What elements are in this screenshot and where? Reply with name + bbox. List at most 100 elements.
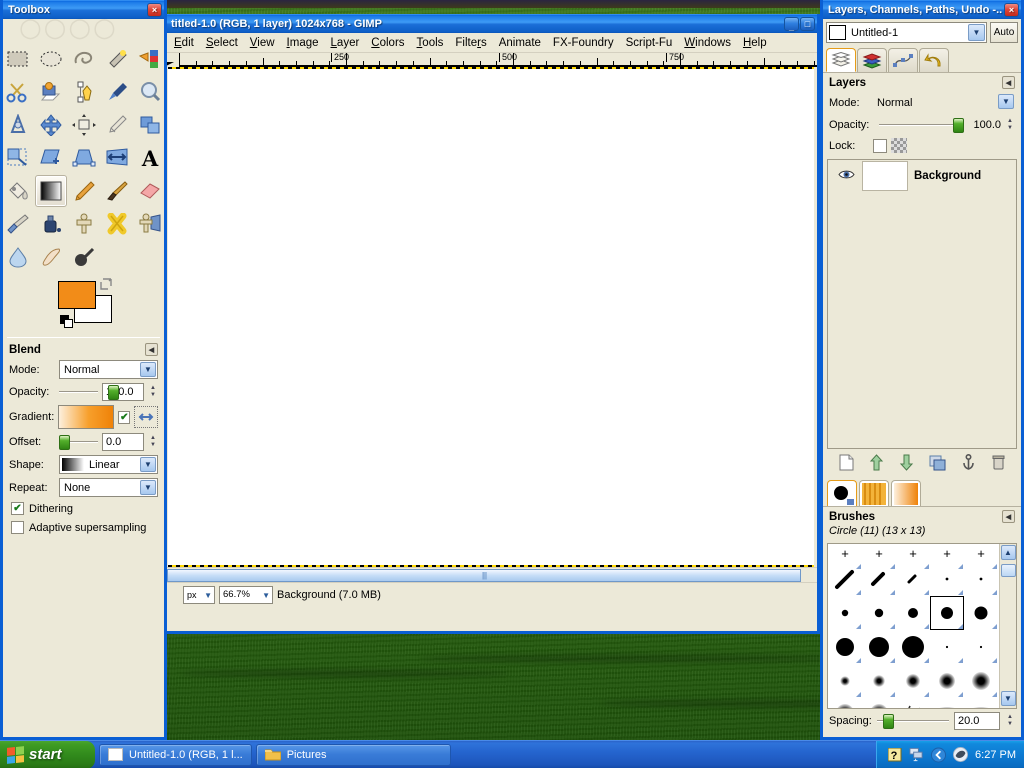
brush-cell[interactable] [828,696,862,708]
taskitem-gimp[interactable]: Untitled-1.0 (RGB, 1 l... [99,743,252,766]
brush-cell[interactable] [930,562,964,596]
menu-help[interactable]: Help [737,35,773,51]
ruler-corner[interactable] [165,53,179,67]
dithering-checkbox[interactable]: ✔ [11,502,24,515]
maximize-button[interactable]: □ [800,17,815,31]
image-canvas[interactable] [168,67,814,567]
menu-layer[interactable]: Layer [325,35,366,51]
brush-cell[interactable] [862,630,896,664]
foreground-select-tool[interactable] [35,76,67,108]
dock-titlebar[interactable]: Layers, Channels, Paths, Undo -... × [823,0,1021,19]
brush-cell[interactable] [896,562,930,596]
pencil-tool[interactable] [68,175,100,207]
brush-scrollbar-thumb[interactable] [1000,564,1016,577]
toolbox-close-button[interactable]: × [147,3,162,17]
toolbox-titlebar[interactable]: Toolbox × [3,0,164,19]
brush-cell[interactable] [862,664,896,698]
dodge-burn-tool[interactable] [68,241,100,273]
scroll-down-icon[interactable]: ▼ [1000,691,1016,706]
scale-tool[interactable] [3,142,34,174]
collapse-icon[interactable]: ◀ [145,343,158,356]
show-desktop-icon[interactable] [931,747,947,762]
clone-tool[interactable] [68,208,100,240]
brush-grid[interactable]: + + + + + ▲ ▼ [827,543,1017,709]
align-tool[interactable] [68,109,100,141]
image-selector[interactable]: Untitled-1 ▼ [826,22,987,43]
layer-list[interactable]: Background [827,159,1017,449]
tab-patterns[interactable] [859,480,889,506]
ellipse-select-tool[interactable] [35,43,67,75]
free-select-tool[interactable] [68,43,100,75]
minimize-button[interactable]: _ [784,17,799,32]
reverse-gradient-button[interactable] [134,406,158,428]
blend-opacity-slider[interactable] [59,384,119,400]
blend-mode-select[interactable]: Normal ▼ [59,360,158,379]
menu-fx-foundry[interactable]: FX-Foundry [547,35,620,51]
eraser-tool[interactable] [134,175,165,207]
rotate-tool[interactable] [134,109,165,141]
zoom-selector[interactable]: 66.7% ▼ [219,585,273,604]
tab-brushes[interactable] [827,480,857,506]
blend-tool[interactable] [34,175,67,207]
zoom-tool[interactable] [134,76,165,108]
dock-close-button[interactable]: × [1004,3,1019,17]
unit-selector[interactable]: px ▼ [183,585,215,604]
menu-image[interactable]: Image [281,35,325,51]
shape-select[interactable]: Linear ▼ [59,455,158,474]
gradient-checkbox[interactable]: ✔ [118,410,131,424]
tab-channels[interactable] [857,48,887,72]
delete-layer-button[interactable] [991,454,1006,474]
collapse-icon[interactable]: ◀ [1002,76,1015,89]
ink-tool[interactable] [35,208,67,240]
opacity-spinner-icon[interactable]: ▲ ▼ [148,383,158,401]
menu-edit[interactable]: Edit [168,35,200,51]
adaptive-supersampling-checkbox[interactable] [11,521,24,534]
spacing-slider[interactable] [876,713,949,729]
brush-cell[interactable] [862,562,896,596]
collapse-icon[interactable]: ◀ [1002,510,1015,523]
foreground-color-swatch[interactable] [58,281,96,309]
start-button[interactable]: start [0,740,95,768]
clock[interactable]: 6:27 PM [975,749,1016,761]
menu-select[interactable]: Select [200,35,244,51]
flip-tool[interactable] [101,142,133,174]
move-tool[interactable] [35,109,67,141]
brush-cell[interactable] [896,630,930,664]
anchor-layer-button[interactable] [961,453,976,474]
smudge-tool[interactable] [35,241,67,273]
select-by-color-tool[interactable] [134,43,165,75]
spacing-spinner-icon[interactable]: ▲ ▼ [1005,712,1015,730]
brush-cell[interactable] [828,596,862,630]
taskitem-pictures[interactable]: Pictures [255,743,451,766]
blur-sharpen-tool[interactable] [3,241,34,273]
layer-mode-select[interactable]: Normal ▼ [873,93,1015,112]
shear-tool[interactable] [35,142,67,174]
tab-undo[interactable] [919,48,949,72]
menu-animate[interactable]: Animate [493,35,547,51]
spacing-value[interactable]: 20.0 [954,712,1000,730]
layer-visibility-icon[interactable] [838,169,856,183]
brush-cell[interactable] [896,696,930,708]
image-window-titlebar[interactable]: titled-1.0 (RGB, 1 layer) 1024x768 - GIM… [165,14,817,33]
tab-gradients[interactable] [891,480,921,506]
fuzzy-select-tool[interactable] [101,43,133,75]
brush-cell[interactable] [964,630,998,664]
layer-opacity-slider[interactable] [879,117,964,133]
horizontal-scrollbar[interactable]: |||| [165,567,817,582]
tab-paths[interactable] [888,48,918,72]
color-picker-tool[interactable] [101,76,133,108]
crop-tool[interactable] [101,109,133,141]
brush-cell[interactable] [828,562,862,596]
perspective-clone-tool[interactable] [134,208,165,240]
layer-opacity-spinner-icon[interactable]: ▲ ▼ [1005,116,1015,134]
menu-colors[interactable]: Colors [365,35,410,51]
lock-alpha-icon[interactable] [891,138,907,153]
menu-filters[interactable]: Filters [449,35,492,51]
default-colors-icon[interactable] [60,315,74,329]
help-icon[interactable]: ? [887,747,902,762]
brush-cell[interactable] [964,596,998,630]
raise-layer-button[interactable] [869,454,884,474]
brush-cell[interactable] [896,596,930,630]
lower-layer-button[interactable] [899,454,914,474]
swap-colors-icon[interactable] [100,277,114,291]
